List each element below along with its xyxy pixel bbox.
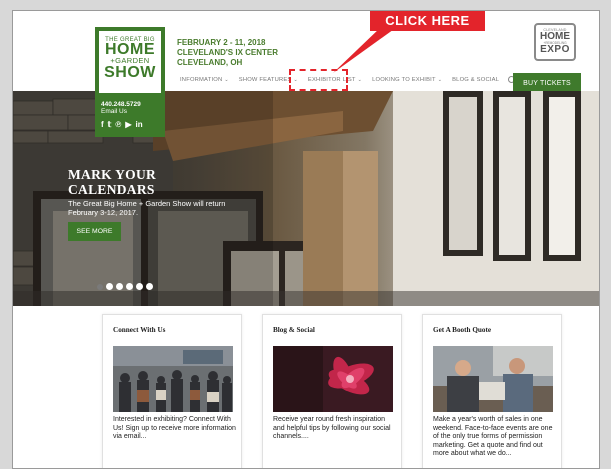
pinterest-icon[interactable]: ℗ — [115, 120, 121, 129]
card-text: Interested in exhibiting? Connect With U… — [113, 416, 236, 440]
facebook-icon[interactable]: f — [101, 120, 104, 129]
browser-viewport: FEBRUARY 2 - 11, 2018 CLEVELAND'S IX CEN… — [12, 10, 600, 469]
slider-dot[interactable] — [97, 283, 103, 290]
hero-subtitle: The Great Big Home + Garden Show will re… — [68, 199, 226, 217]
card-title: Connect With Us — [113, 326, 166, 334]
slider-dots — [97, 283, 153, 290]
slider-dot[interactable] — [146, 283, 153, 290]
see-more-button[interactable]: SEE MORE — [68, 222, 121, 241]
card-title: Blog & Social — [273, 326, 315, 334]
card-connect-with-us[interactable]: Connect With Us Interested in exhibiting… — [102, 314, 242, 468]
card-booth-quote[interactable]: Get A Booth Quote Make a year's worth of… — [422, 314, 562, 468]
card-blog-social[interactable]: Blog & Social Receive year round fresh i… — [262, 314, 402, 468]
hero-title: MARK YOUR CALENDARS — [68, 167, 157, 197]
slider-dot[interactable] — [116, 283, 123, 290]
card-text: Receive year round fresh inspiration and… — [273, 416, 391, 440]
slider-dot[interactable] — [126, 283, 133, 290]
card-title: Get A Booth Quote — [433, 326, 492, 334]
linkedin-icon[interactable]: in — [135, 120, 142, 129]
booth-photo — [433, 346, 553, 412]
crowd-photo — [113, 346, 233, 412]
click-here-callout: CLICK HERE — [370, 11, 485, 31]
social-links: f 𝕥 ℗ ▶ in — [101, 120, 143, 129]
twitter-icon[interactable]: 𝕥 — [108, 120, 112, 129]
card-text: Make a year's worth of sales in one week… — [433, 416, 553, 457]
youtube-icon[interactable]: ▶ — [125, 120, 131, 129]
callout-arrow-icon — [333, 27, 397, 73]
feature-cards: Connect With Us Interested in exhibiting… — [13, 306, 599, 468]
flower-photo — [273, 346, 393, 412]
slider-dot[interactable] — [106, 283, 113, 290]
slider-dot[interactable] — [136, 283, 143, 290]
